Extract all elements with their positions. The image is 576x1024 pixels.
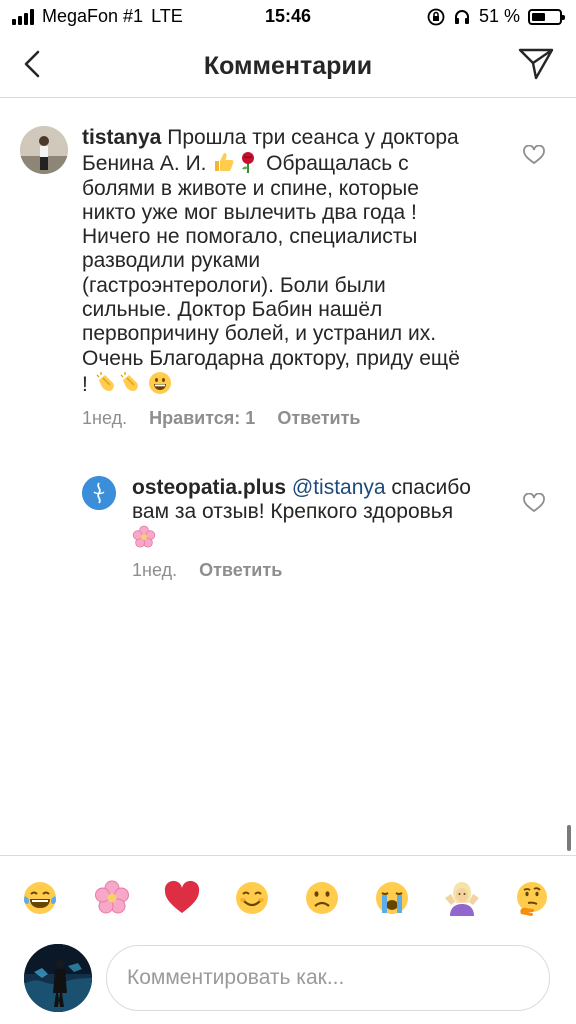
comment-line: ! (82, 372, 94, 396)
like-comment-icon[interactable] (523, 145, 545, 165)
status-icons: 51 % (427, 6, 565, 27)
network-type: LTE (151, 6, 183, 26)
loudly-crying-face-icon[interactable] (374, 880, 410, 916)
slightly-frowning-face-icon[interactable] (304, 880, 340, 916)
mention-link[interactable]: @tistanya (292, 476, 386, 499)
headphones-icon (454, 9, 469, 24)
avatar-photo-icon (20, 126, 68, 174)
cherry-blossom-icon (132, 525, 156, 548)
reply-username[interactable]: osteopatia.plus (132, 476, 286, 499)
comment-line: Ничего не помогало, специалисты (82, 225, 418, 249)
face-with-tears-of-joy-icon[interactable] (22, 880, 58, 916)
comment-input[interactable] (106, 945, 550, 1011)
osteopathy-logo-icon (82, 476, 116, 510)
reply-item: osteopatia.plus @tistanya спасибо вам за… (0, 460, 576, 590)
reply-time: 1нед. (132, 560, 178, 580)
page-title: Комментарии (203, 52, 373, 80)
comment-line: первопричину болей, и устранил их. (82, 322, 437, 346)
battery-percent: 51 % (478, 6, 520, 26)
comment-line: разводили руками (82, 249, 261, 273)
emoji-quick-bar (0, 855, 576, 937)
carrier-name: MegaFon #1 (42, 6, 144, 26)
thinking-face-icon[interactable] (514, 880, 550, 916)
rose-icon (242, 152, 255, 174)
comment-username[interactable]: tistanya (82, 126, 161, 149)
comment-line: Прошла три сеанса у доктора (167, 126, 459, 149)
back-button[interactable] (14, 44, 54, 84)
chevron-left-icon (24, 50, 40, 78)
share-button[interactable] (516, 44, 556, 84)
orientation-lock-icon (427, 8, 445, 25)
comment-line: болями в животе и спине, которые (82, 176, 419, 200)
cherry-blossom-icon[interactable] (94, 880, 130, 916)
comment-text: tistanya Прошла три сеанса у доктора Бен… (82, 126, 512, 397)
thumbs-up-icon (215, 153, 234, 172)
like-comment-icon[interactable] (523, 493, 545, 513)
battery-icon (528, 8, 565, 25)
reply-line: вам за отзыв! Крепкого здоровья (132, 500, 454, 524)
avatar (24, 944, 92, 1012)
red-heart-icon[interactable] (164, 880, 200, 916)
comment-meta: 1нед. Нравится: 1 Ответить (82, 408, 361, 429)
comment-composer (0, 937, 576, 1024)
comment-line: Обращалась с (260, 152, 409, 176)
reply-button[interactable]: Ответить (199, 560, 282, 581)
grinning-face-icon (148, 371, 171, 394)
header: Комментарии (0, 34, 576, 98)
comment-line: Очень Благодарна доктору, приду ещё (82, 346, 460, 370)
signal-icon (12, 8, 34, 25)
person-shrugging-icon[interactable] (444, 880, 480, 916)
status-bar: MegaFon #1 LTE 15:46 51 % (0, 0, 576, 34)
comment-time: 1нед. (82, 408, 128, 428)
reply-button[interactable]: Ответить (277, 408, 360, 429)
avatar[interactable] (82, 476, 116, 510)
comment-item: tistanya Прошла три сеанса у доктора Бен… (0, 110, 576, 440)
smiling-face-icon[interactable] (234, 880, 270, 916)
reply-meta: 1нед. Ответить (132, 560, 282, 581)
reply-text: osteopatia.plus @tistanya спасибо вам за… (132, 476, 502, 551)
comment-line: Бенина А. И. (82, 152, 213, 176)
scroll-indicator (567, 825, 571, 851)
reply-line: спасибо (385, 476, 471, 499)
clapping-hands-icon (120, 371, 138, 391)
avatar[interactable] (20, 126, 68, 174)
clapping-hands-icon (96, 371, 114, 391)
user-photo-icon (24, 944, 92, 1012)
comment-line: (гастроэнтерологи). Боли были (82, 273, 386, 297)
likes-count[interactable]: Нравится: 1 (149, 408, 255, 429)
comment-line: никто уже мог вылечить два года ! (82, 200, 417, 224)
paper-plane-icon (518, 48, 554, 80)
carrier-group: MegaFon #1 LTE (12, 6, 183, 27)
comment-line: сильные. Доктор Бабин нашёл (82, 298, 383, 322)
